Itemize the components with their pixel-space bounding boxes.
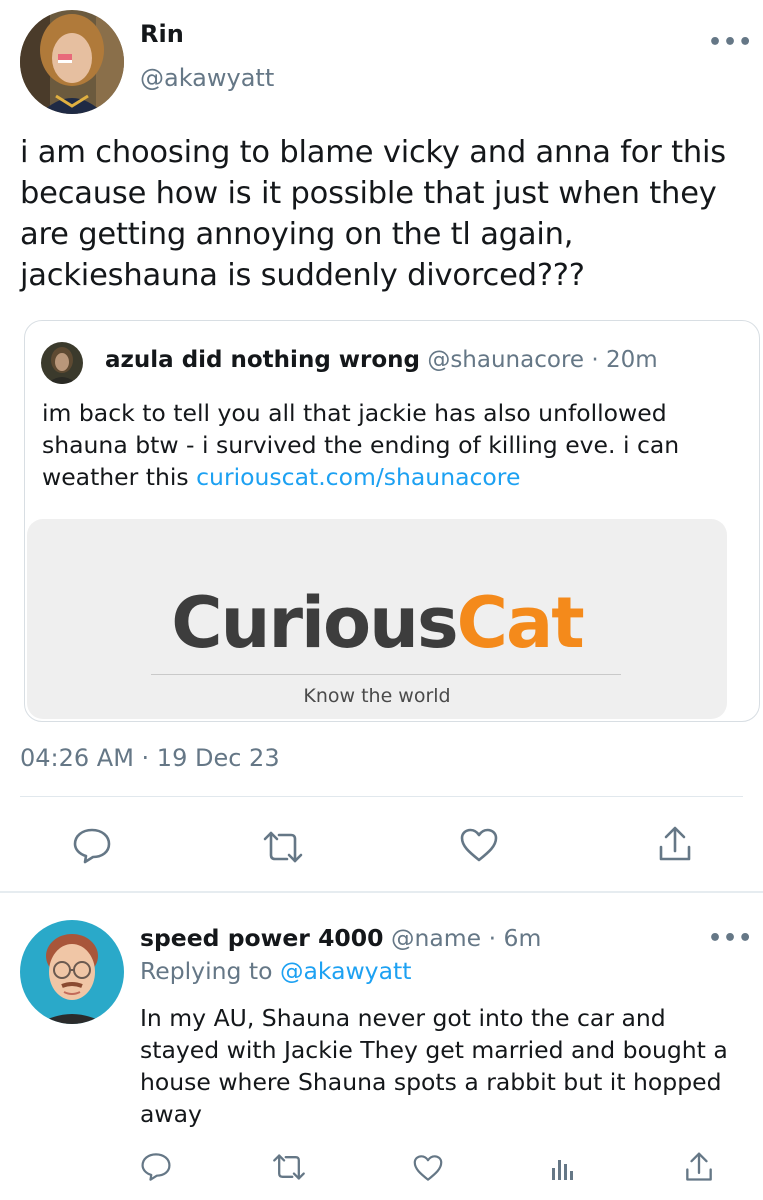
- quoted-author-name: azula did nothing wrong: [105, 347, 421, 373]
- link-preview-card[interactable]: CuriousCat Know the world: [27, 519, 727, 719]
- reply-like-icon[interactable]: [410, 1152, 446, 1184]
- reply-share-icon[interactable]: [682, 1150, 716, 1184]
- card-divider: [151, 674, 621, 675]
- replying-to-prefix: Replying to: [140, 957, 280, 985]
- curiouscat-logo: CuriousCat: [171, 582, 584, 664]
- author-avatar[interactable]: [20, 10, 124, 114]
- reply-reply-icon[interactable]: [138, 1150, 174, 1184]
- reply-author-line: speed power 4000 @name · 6m: [140, 924, 541, 952]
- reply-author-name[interactable]: speed power 4000: [140, 924, 383, 952]
- reply-retweet-icon[interactable]: [270, 1152, 308, 1182]
- share-icon[interactable]: [655, 824, 695, 864]
- quoted-tweet-header: azula did nothing wrong @shaunacore · 20…: [105, 347, 658, 373]
- analytics-icon[interactable]: [548, 1152, 578, 1184]
- timestamp-divider: [20, 796, 743, 797]
- reply-more-options-icon[interactable]: •••: [708, 928, 753, 950]
- reply-icon[interactable]: [70, 826, 114, 866]
- reply-tweet-text: In my AU, Shauna never got into the car …: [140, 1004, 728, 1128]
- like-icon[interactable]: [458, 826, 500, 864]
- quoted-tweet-link[interactable]: curiouscat.com/shaunacore: [196, 463, 520, 491]
- quoted-tweet-text: im back to tell you all that jackie has …: [42, 397, 742, 493]
- tweet-timestamp[interactable]: 04:26 AM · 19 Dec 23: [20, 744, 280, 772]
- reply-author-handle-time: @name · 6m: [390, 924, 542, 952]
- more-options-icon[interactable]: •••: [708, 32, 753, 54]
- author-display-name[interactable]: Rin: [140, 20, 184, 48]
- quoted-tweet[interactable]: azula did nothing wrong @shaunacore · 20…: [24, 320, 760, 722]
- retweet-icon[interactable]: [260, 828, 306, 866]
- section-divider: [0, 891, 763, 893]
- replying-to: Replying to @akawyatt: [140, 957, 411, 985]
- quoted-author-avatar: [41, 342, 83, 384]
- replying-to-handle[interactable]: @akawyatt: [280, 957, 411, 985]
- quoted-author-handle-time: @shaunacore · 20m: [427, 347, 658, 373]
- author-handle[interactable]: @akawyatt: [140, 64, 274, 92]
- card-tagline: Know the world: [303, 685, 451, 707]
- reply-author-avatar[interactable]: [20, 920, 124, 1024]
- tweet-text: i am choosing to blame vicky and anna fo…: [20, 135, 726, 293]
